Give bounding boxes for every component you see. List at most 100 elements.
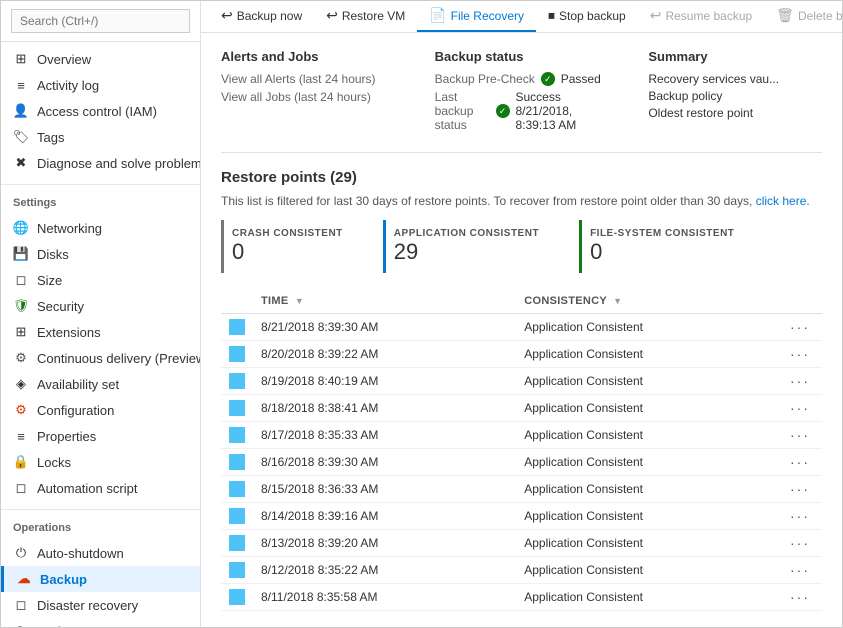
row-ellipsis-button[interactable]: ··· bbox=[790, 508, 810, 524]
locks-icon: 🔒 bbox=[13, 454, 29, 470]
row-time: 8/12/2018 8:35:22 AM bbox=[253, 557, 516, 584]
row-time: 8/18/2018 8:38:41 AM bbox=[253, 395, 516, 422]
row-actions: ··· bbox=[782, 503, 822, 530]
row-actions: ··· bbox=[782, 449, 822, 476]
sidebar-item-access-control[interactable]: 👤 Access control (IAM) bbox=[1, 98, 200, 124]
sidebar-item-tags[interactable]: 🏷 Tags bbox=[1, 124, 200, 150]
backup-now-button[interactable]: ↩ Backup now bbox=[209, 1, 314, 32]
row-time: 8/16/2018 8:39:30 AM bbox=[253, 449, 516, 476]
row-ellipsis-button[interactable]: ··· bbox=[790, 454, 810, 470]
disaster-recovery-icon: ◻ bbox=[13, 597, 29, 613]
sidebar-item-size[interactable]: ◻ Size bbox=[1, 267, 200, 293]
row-indicator bbox=[221, 530, 253, 557]
update-management-icon: ⟳ bbox=[13, 623, 29, 627]
view-jobs-link[interactable]: View all Jobs (last 24 hours) bbox=[221, 90, 395, 104]
sidebar-operations-section: ⏻ Auto-shutdown ☁ Backup ◻ Disaster reco… bbox=[1, 536, 200, 627]
sidebar-item-availability-set[interactable]: ◈ Availability set bbox=[1, 371, 200, 397]
file-recovery-button[interactable]: 📄 File Recovery bbox=[417, 1, 536, 32]
row-indicator bbox=[221, 395, 253, 422]
sidebar-item-disaster-recovery[interactable]: ◻ Disaster recovery bbox=[1, 592, 200, 618]
row-time: 8/11/2018 8:35:58 AM bbox=[253, 584, 516, 611]
sidebar-item-locks[interactable]: 🔒 Locks bbox=[1, 449, 200, 475]
sidebar-divider-2 bbox=[1, 509, 200, 510]
diagnose-icon: ✖ bbox=[13, 155, 29, 171]
row-ellipsis-button[interactable]: ··· bbox=[790, 346, 810, 362]
sidebar-item-backup[interactable]: ☁ Backup bbox=[1, 566, 200, 592]
settings-section-label: Settings bbox=[1, 189, 200, 211]
content-area: Alerts and Jobs View all Alerts (last 24… bbox=[201, 33, 842, 627]
sidebar-item-automation-script[interactable]: ◻ Automation script bbox=[1, 475, 200, 501]
delete-backup-button[interactable]: 🗑 Delete backup data bbox=[764, 1, 843, 32]
backup-status-title: Backup status bbox=[435, 49, 609, 64]
row-ellipsis-button[interactable]: ··· bbox=[790, 427, 810, 443]
table-row: 8/11/2018 8:35:58 AM Application Consist… bbox=[221, 584, 822, 611]
search-input[interactable] bbox=[11, 9, 190, 33]
row-actions: ··· bbox=[782, 341, 822, 368]
col-indicator bbox=[221, 289, 253, 314]
file-recovery-icon: 📄 bbox=[429, 7, 446, 24]
color-indicator bbox=[229, 454, 245, 470]
sidebar-item-disks[interactable]: 💾 Disks bbox=[1, 241, 200, 267]
row-actions: ··· bbox=[782, 395, 822, 422]
sidebar-item-overview[interactable]: ⊞ Overview bbox=[1, 46, 200, 72]
row-ellipsis-button[interactable]: ··· bbox=[790, 535, 810, 551]
restore-vm-button[interactable]: ↩ Restore VM bbox=[314, 1, 417, 32]
sidebar-item-update-management[interactable]: ⟳ Update management bbox=[1, 618, 200, 627]
automation-icon: ◻ bbox=[13, 480, 29, 496]
row-actions: ··· bbox=[782, 422, 822, 449]
row-ellipsis-button[interactable]: ··· bbox=[790, 589, 810, 605]
table-row: 8/19/2018 8:40:19 AM Application Consist… bbox=[221, 368, 822, 395]
stop-backup-button[interactable]: ⏹ Stop backup bbox=[536, 1, 638, 32]
row-actions: ··· bbox=[782, 368, 822, 395]
row-ellipsis-button[interactable]: ··· bbox=[790, 373, 810, 389]
row-ellipsis-button[interactable]: ··· bbox=[790, 562, 810, 578]
col-time: TIME ▼ bbox=[253, 289, 516, 314]
size-icon: ◻ bbox=[13, 272, 29, 288]
sidebar-item-activity-log[interactable]: ≡ Activity log bbox=[1, 72, 200, 98]
properties-icon: ≡ bbox=[13, 428, 29, 444]
overview-icon: ⊞ bbox=[13, 51, 29, 67]
row-indicator bbox=[221, 584, 253, 611]
sidebar-item-security[interactable]: 🛡 Security bbox=[1, 293, 200, 319]
sidebar-item-continuous-delivery[interactable]: ⚙ Continuous delivery (Preview) bbox=[1, 345, 200, 371]
row-indicator bbox=[221, 557, 253, 584]
summary-row: Alerts and Jobs View all Alerts (last 24… bbox=[221, 49, 822, 153]
row-time: 8/21/2018 8:39:30 AM bbox=[253, 314, 516, 341]
table-row: 8/18/2018 8:38:41 AM Application Consist… bbox=[221, 395, 822, 422]
summary-item-1: Backup policy bbox=[648, 89, 822, 103]
row-ellipsis-button[interactable]: ··· bbox=[790, 319, 810, 335]
view-alerts-link[interactable]: View all Alerts (last 24 hours) bbox=[221, 72, 395, 86]
networking-icon: 🌐 bbox=[13, 220, 29, 236]
row-consistency: Application Consistent bbox=[516, 449, 782, 476]
color-indicator bbox=[229, 535, 245, 551]
color-indicator bbox=[229, 562, 245, 578]
activity-icon: ≡ bbox=[13, 77, 29, 93]
filter-link[interactable]: click here. bbox=[756, 194, 810, 208]
backup-status-section: Backup status Backup Pre-Check Passed La… bbox=[435, 49, 609, 136]
crash-consistent-badge: CRASH CONSISTENT 0 bbox=[221, 220, 363, 273]
col-actions bbox=[782, 289, 822, 314]
time-sort-icon[interactable]: ▼ bbox=[295, 296, 304, 306]
color-indicator bbox=[229, 589, 245, 605]
resume-backup-button[interactable]: ↩ Resume backup bbox=[638, 1, 764, 32]
sidebar-item-properties[interactable]: ≡ Properties bbox=[1, 423, 200, 449]
restore-vm-icon: ↩ bbox=[326, 7, 338, 24]
sidebar-item-networking[interactable]: 🌐 Networking bbox=[1, 215, 200, 241]
row-consistency: Application Consistent bbox=[516, 584, 782, 611]
sidebar-item-auto-shutdown[interactable]: ⏻ Auto-shutdown bbox=[1, 540, 200, 566]
summary-item-2: Oldest restore point bbox=[648, 106, 822, 120]
alerts-jobs-title: Alerts and Jobs bbox=[221, 49, 395, 64]
row-ellipsis-button[interactable]: ··· bbox=[790, 400, 810, 416]
continuous-delivery-icon: ⚙ bbox=[13, 350, 29, 366]
row-ellipsis-button[interactable]: ··· bbox=[790, 481, 810, 497]
table-row: 8/21/2018 8:39:30 AM Application Consist… bbox=[221, 314, 822, 341]
restore-points-tbody: 8/21/2018 8:39:30 AM Application Consist… bbox=[221, 314, 822, 611]
security-icon: 🛡 bbox=[13, 298, 29, 314]
sidebar-item-diagnose[interactable]: ✖ Diagnose and solve problems bbox=[1, 150, 200, 176]
auto-shutdown-icon: ⏻ bbox=[13, 545, 29, 561]
precheck-label: Backup Pre-Check bbox=[435, 72, 535, 86]
sidebar-item-configuration[interactable]: ⚙ Configuration bbox=[1, 397, 200, 423]
sidebar-item-extensions[interactable]: ⊞ Extensions bbox=[1, 319, 200, 345]
consistency-sort-icon[interactable]: ▼ bbox=[613, 296, 622, 306]
restore-points-table: TIME ▼ CONSISTENCY ▼ 8/21/2018 8: bbox=[221, 289, 822, 611]
